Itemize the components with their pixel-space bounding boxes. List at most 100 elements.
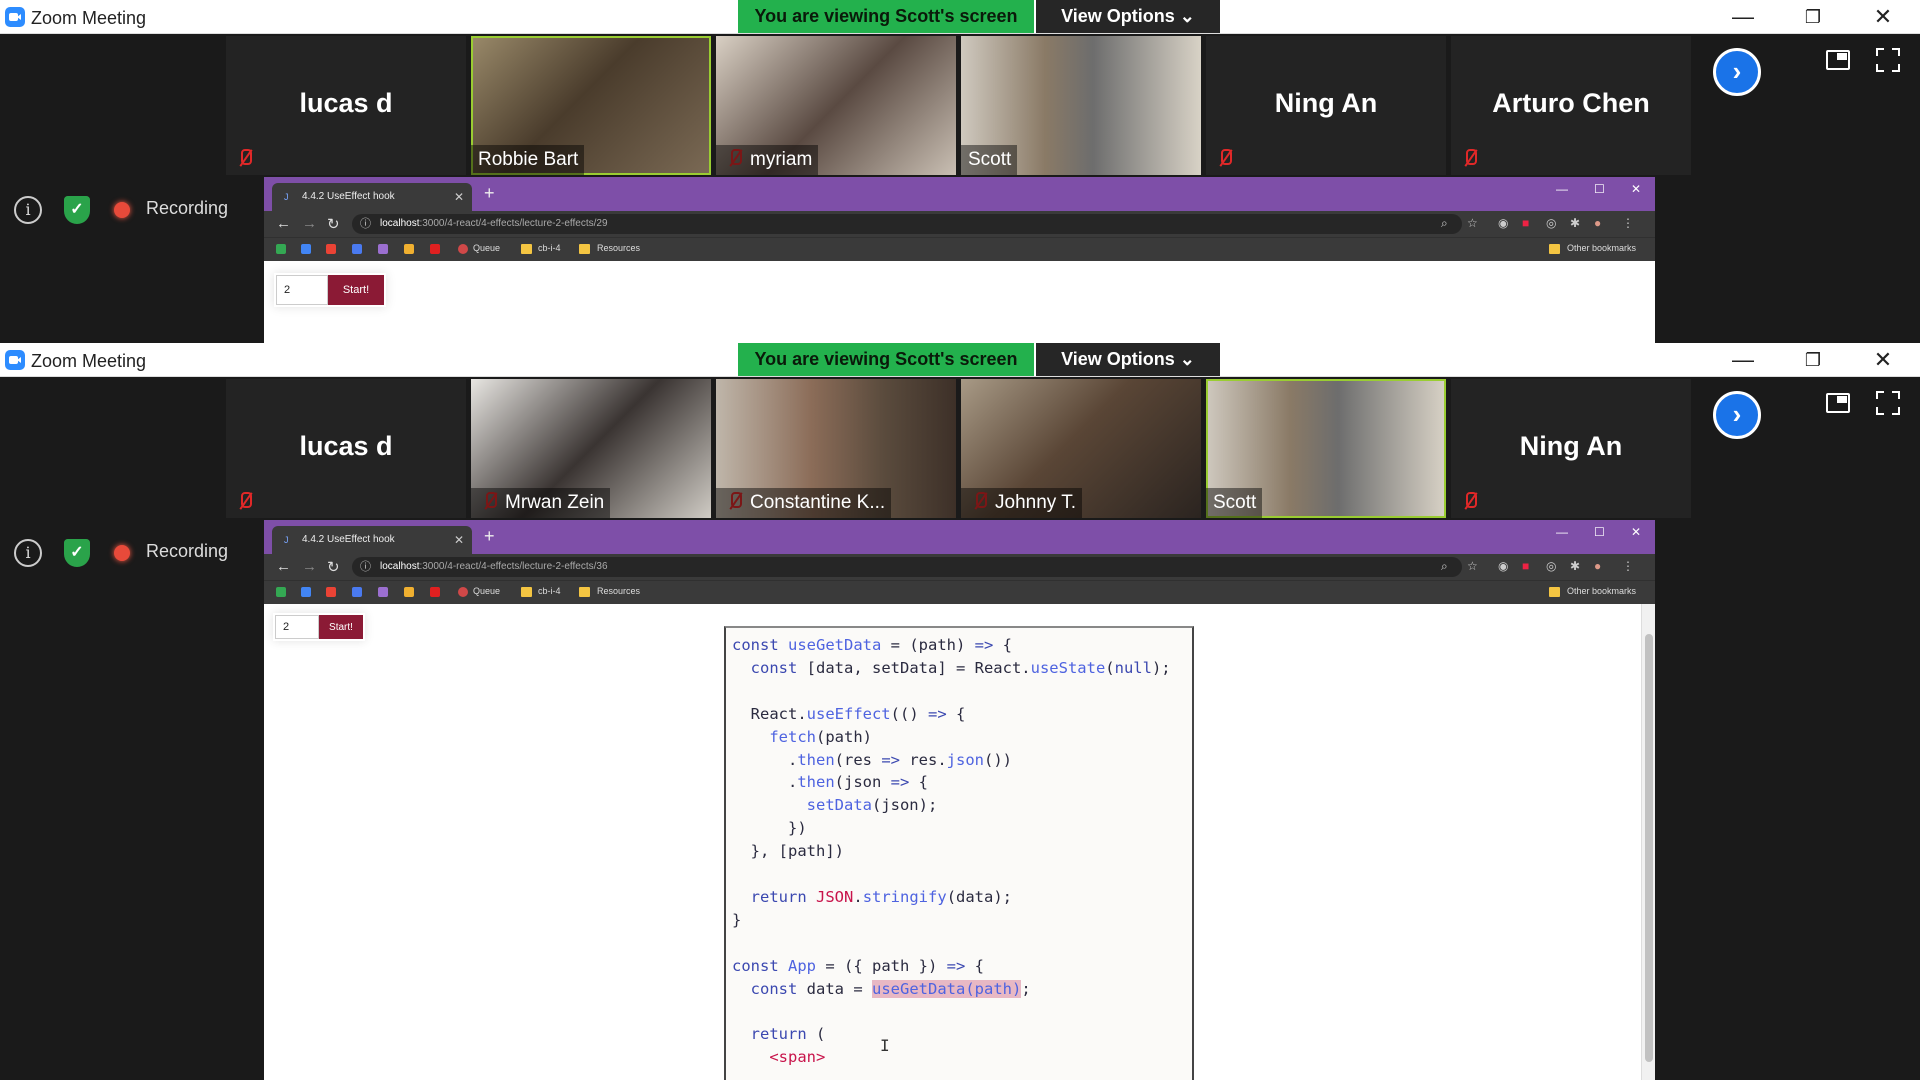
close-icon[interactable]: ✕: [1631, 182, 1641, 196]
gmail-icon[interactable]: [326, 244, 336, 254]
page-scrollbar[interactable]: [1641, 604, 1655, 1080]
info-icon[interactable]: i: [14, 196, 42, 224]
bookmark-icon[interactable]: [404, 587, 414, 597]
reload-icon[interactable]: ↻: [327, 215, 340, 233]
queue-icon: [458, 587, 468, 597]
new-tab-icon[interactable]: +: [484, 183, 495, 204]
close-icon[interactable]: ✕: [1863, 4, 1903, 30]
youtube-icon[interactable]: [430, 587, 440, 597]
info-icon[interactable]: i: [14, 539, 42, 567]
chevron-right-icon[interactable]: ›: [1713, 48, 1761, 96]
calendar-icon[interactable]: [301, 244, 311, 254]
maximize-icon[interactable]: ☐: [1594, 525, 1605, 539]
start-button[interactable]: Start!: [319, 615, 363, 639]
reload-icon[interactable]: ↻: [327, 558, 340, 576]
participant-name: Scott: [1206, 488, 1263, 518]
menu-icon[interactable]: ⋮: [1622, 216, 1634, 230]
minimize-icon[interactable]: —: [1723, 347, 1763, 373]
participant-tile[interactable]: Ning An: [1206, 36, 1446, 175]
docs-icon[interactable]: [352, 244, 362, 254]
gallery-view-icon[interactable]: [1826, 50, 1850, 70]
zoom-icon[interactable]: ⌕: [1441, 216, 1448, 231]
fullscreen-icon[interactable]: [1876, 48, 1900, 72]
participant-tile[interactable]: lucas d: [226, 36, 466, 175]
browser-tab[interactable]: J 4.4.2 UseEffect hook ✕: [272, 526, 472, 554]
participant-tile[interactable]: Arturo Chen: [1451, 36, 1691, 175]
extension-icon[interactable]: ■: [1522, 216, 1529, 230]
start-button[interactable]: Start!: [328, 275, 384, 305]
profile-icon[interactable]: ●: [1594, 559, 1601, 573]
participant-video[interactable]: Robbie Bart: [471, 36, 711, 175]
new-tab-icon[interactable]: +: [484, 526, 495, 547]
extension-icon[interactable]: ◉: [1498, 216, 1508, 230]
view-options-button[interactable]: View Options ⌄: [1036, 0, 1220, 33]
participant-video[interactable]: Scott: [961, 36, 1201, 175]
star-icon[interactable]: ☆: [1467, 216, 1478, 230]
forward-arrow-icon[interactable]: →: [302, 558, 317, 575]
participant-video[interactable]: myriam: [716, 36, 956, 175]
bookmark-icon[interactable]: [378, 587, 388, 597]
extension-icon[interactable]: ■: [1522, 559, 1529, 573]
restore-icon[interactable]: ❐: [1793, 4, 1833, 30]
participant-video[interactable]: Johnny T.: [961, 379, 1201, 518]
shield-check-icon[interactable]: ✓: [64, 196, 90, 224]
bookmark-folder[interactable]: cb-i-4: [538, 586, 561, 596]
bookmark-folder[interactable]: Resources: [597, 243, 640, 253]
gallery-view-icon[interactable]: [1826, 393, 1850, 413]
close-tab-icon[interactable]: ✕: [454, 183, 464, 211]
browser-tab[interactable]: J 4.4.2 UseEffect hook ✕: [272, 183, 472, 211]
gmail-icon[interactable]: [326, 587, 336, 597]
close-icon[interactable]: ✕: [1631, 525, 1641, 539]
view-options-button[interactable]: View Options ⌄: [1036, 343, 1220, 376]
drive-icon[interactable]: [276, 587, 286, 597]
participant-name: lucas d: [299, 88, 393, 118]
maximize-icon[interactable]: ☐: [1594, 182, 1605, 196]
participant-name: Robbie Bart: [471, 145, 585, 175]
participant-tile[interactable]: Ning An: [1451, 379, 1691, 518]
bookmark-icon[interactable]: [378, 244, 388, 254]
zoom-icon[interactable]: ⌕: [1441, 559, 1448, 574]
extensions-icon[interactable]: ✱: [1570, 559, 1580, 573]
fullscreen-icon[interactable]: [1876, 391, 1900, 415]
bookmark-folder[interactable]: Resources: [597, 586, 640, 596]
minimize-icon[interactable]: —: [1723, 4, 1763, 30]
extension-icon[interactable]: ◎: [1546, 216, 1556, 230]
minimize-icon[interactable]: —: [1556, 525, 1568, 539]
minimize-icon[interactable]: —: [1556, 182, 1568, 196]
drive-icon[interactable]: [276, 244, 286, 254]
other-bookmarks[interactable]: Other bookmarks: [1567, 243, 1636, 253]
participant-video[interactable]: Mrwan Zein: [471, 379, 711, 518]
extension-icon[interactable]: ◉: [1498, 559, 1508, 573]
other-bookmarks[interactable]: Other bookmarks: [1567, 586, 1636, 596]
back-arrow-icon[interactable]: ←: [276, 215, 291, 232]
number-input[interactable]: [275, 615, 319, 639]
extension-icon[interactable]: ◎: [1546, 559, 1556, 573]
address-bar[interactable]: ⓘ localhost:3000/4-react/4-effects/lectu…: [352, 214, 1462, 234]
participant-tile[interactable]: lucas d: [226, 379, 466, 518]
bookmark-queue[interactable]: Queue: [473, 586, 500, 596]
chevron-right-icon[interactable]: ›: [1713, 391, 1761, 439]
restore-icon[interactable]: ❐: [1793, 347, 1833, 373]
bookmark-folder[interactable]: cb-i-4: [538, 243, 561, 253]
number-input[interactable]: [276, 275, 328, 305]
participant-video[interactable]: Scott: [1206, 379, 1446, 518]
star-icon[interactable]: ☆: [1467, 559, 1478, 573]
extensions-icon[interactable]: ✱: [1570, 216, 1580, 230]
docs-icon[interactable]: [352, 587, 362, 597]
profile-icon[interactable]: ●: [1594, 216, 1601, 230]
scrollbar-thumb[interactable]: [1645, 634, 1653, 1063]
shield-check-icon[interactable]: ✓: [64, 539, 90, 567]
youtube-icon[interactable]: [430, 244, 440, 254]
close-tab-icon[interactable]: ✕: [454, 526, 464, 554]
bookmark-queue[interactable]: Queue: [473, 243, 500, 253]
participant-video[interactable]: Constantine K...: [716, 379, 956, 518]
back-arrow-icon[interactable]: ←: [276, 558, 291, 575]
forward-arrow-icon[interactable]: →: [302, 215, 317, 232]
close-icon[interactable]: ✕: [1863, 347, 1903, 373]
bookmark-icon[interactable]: [404, 244, 414, 254]
menu-icon[interactable]: ⋮: [1622, 559, 1634, 573]
address-bar[interactable]: ⓘ localhost:3000/4-react/4-effects/lectu…: [352, 557, 1462, 577]
record-dot-icon: [114, 545, 130, 561]
calendar-icon[interactable]: [301, 587, 311, 597]
tab-title: 4.4.2 UseEffect hook: [302, 191, 395, 202]
